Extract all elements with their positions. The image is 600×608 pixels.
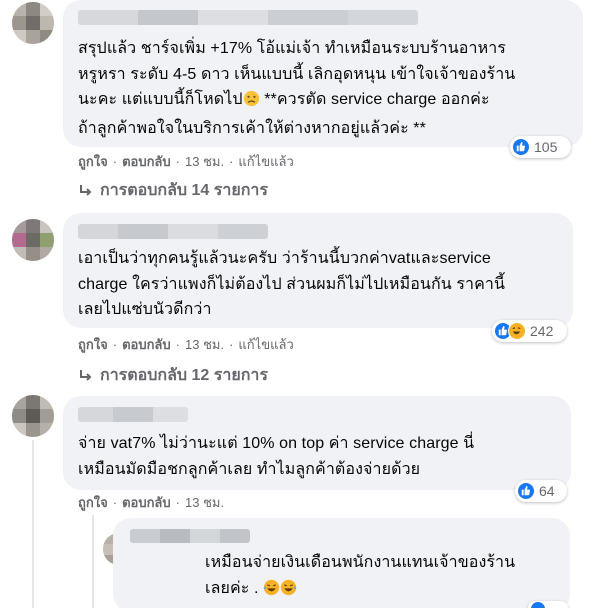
view-replies-link[interactable]: การตอบกลับ 12 รายการ bbox=[78, 363, 268, 388]
reply-arrow-icon bbox=[78, 368, 94, 384]
thread-line bbox=[92, 515, 94, 608]
comment-text: สรุปแล้ว ชาร์จเพิ่ม +17% โอ้แม่เจ้า ทำเห… bbox=[78, 40, 516, 137]
reaction-summary[interactable]: 64 bbox=[515, 480, 567, 502]
comment-actions: ถูกใจ · ตอบกลับ · 13 ชม. bbox=[78, 492, 224, 513]
commenter-avatar[interactable] bbox=[12, 2, 54, 44]
reaction-summary[interactable]: 242 bbox=[492, 320, 567, 342]
haha-icon bbox=[508, 322, 526, 340]
commenter-name-blurred[interactable] bbox=[78, 10, 418, 25]
timestamp[interactable]: 13 ชม. bbox=[185, 151, 224, 172]
sad-face-emoji bbox=[243, 90, 260, 116]
commenter-name-blurred[interactable] bbox=[78, 224, 268, 239]
commenter-avatar[interactable] bbox=[12, 219, 54, 261]
view-replies-link[interactable]: การตอบกลับ 14 รายการ bbox=[78, 178, 268, 203]
edited-label: แก้ไขแล้ว bbox=[238, 337, 294, 352]
like-icon bbox=[512, 138, 530, 156]
reply-button[interactable]: ตอบกลับ bbox=[122, 492, 171, 513]
like-icon bbox=[517, 482, 535, 500]
like-icon bbox=[530, 601, 546, 608]
commenter-avatar[interactable] bbox=[12, 395, 54, 437]
rofl-emoji bbox=[280, 579, 297, 605]
replier-name-blurred[interactable] bbox=[130, 529, 250, 543]
reply-button[interactable]: ตอบกลับ bbox=[122, 334, 171, 355]
comment-actions: ถูกใจ · ตอบกลับ · 13 ชม. · แก้ไขแล้ว bbox=[78, 151, 294, 172]
reply-arrow-icon bbox=[78, 183, 94, 199]
reply-button[interactable]: ตอบกลับ bbox=[122, 151, 171, 172]
commenter-name-blurred[interactable] bbox=[78, 407, 188, 422]
comment-actions: ถูกใจ · ตอบกลับ · 13 ชม. · แก้ไขแล้ว bbox=[78, 334, 294, 355]
like-button[interactable]: ถูกใจ bbox=[78, 151, 108, 172]
reaction-summary[interactable] bbox=[528, 601, 568, 608]
timestamp[interactable]: 13 ชม. bbox=[185, 334, 224, 355]
like-button[interactable]: ถูกใจ bbox=[78, 492, 108, 513]
reply-text: เหมือนจ่ายเงินเดือนพนักงานแทนเจ้าของร้าน… bbox=[205, 550, 565, 604]
rofl-emoji bbox=[263, 579, 280, 605]
edited-label: แก้ไขแล้ว bbox=[238, 154, 294, 169]
timestamp[interactable]: 13 ชม. bbox=[185, 492, 224, 513]
reaction-summary[interactable]: 105 bbox=[510, 136, 571, 158]
comment-text: เอาเป็นว่าทุกคนรู้แล้วนะครับ ว่าร้านนี้บ… bbox=[78, 250, 506, 318]
thread-line bbox=[32, 440, 34, 608]
comment-text: จ่าย vat7% ไม่ว่านะแต่ 10% on top ค่า se… bbox=[78, 435, 475, 478]
like-button[interactable]: ถูกใจ bbox=[78, 334, 108, 355]
